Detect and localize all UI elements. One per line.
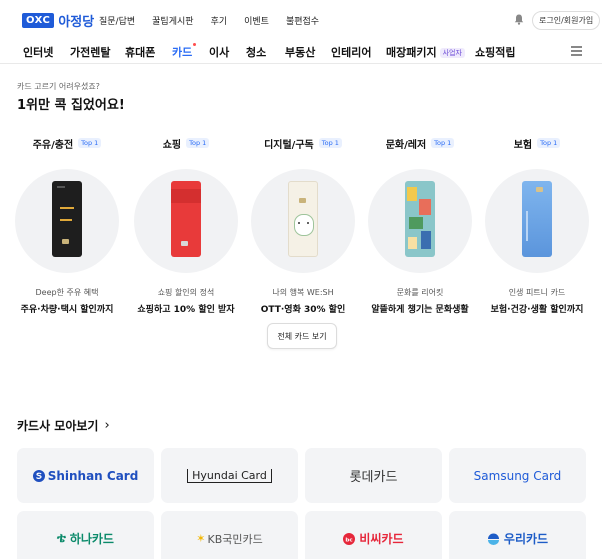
issuer-name: 롯데카드 bbox=[349, 470, 398, 485]
card-category-title: 주유/충전 Top 1 bbox=[8, 136, 126, 151]
card-category-title: 디지털/구독 Top 1 bbox=[244, 136, 362, 151]
issuer-lotte[interactable]: 롯데카드 bbox=[305, 448, 442, 503]
top1-badge: Top 1 bbox=[186, 138, 210, 148]
hana-logo-icon: ቴ bbox=[57, 531, 66, 546]
issuer-woori[interactable]: 우리카드 bbox=[449, 511, 586, 559]
category-interior[interactable]: 인테리어 bbox=[331, 44, 371, 60]
card-item-insurance[interactable]: 보험 Top 1 인생 피트니 카드 보험·건강·생활 할인까지 bbox=[478, 136, 596, 315]
issuer-kb[interactable]: ✶ KB국민카드 bbox=[161, 511, 298, 559]
card-image-circle bbox=[134, 169, 238, 273]
card-category-label: 문화/레저 bbox=[385, 139, 427, 151]
category-real-estate[interactable]: 부동산 bbox=[285, 44, 315, 60]
card-name: 보험·건강·생활 할인까지 bbox=[490, 305, 584, 315]
card-image bbox=[405, 181, 435, 257]
card-image-circle bbox=[368, 169, 472, 273]
top-nav-reviews[interactable]: 후기 bbox=[211, 14, 228, 27]
intro-subtitle: 카드 고르기 어려우셨죠? bbox=[17, 82, 100, 91]
logo-name: 아정당 bbox=[58, 15, 95, 30]
login-button[interactable]: 로그인/회원가입 bbox=[532, 11, 601, 30]
top1-badge: Top 1 bbox=[78, 138, 102, 148]
card-image bbox=[288, 181, 318, 257]
issuer-hyundai[interactable]: Hyundai Card bbox=[161, 448, 298, 503]
issuer-name: 비씨카드 bbox=[359, 532, 404, 546]
top1-badge: Top 1 bbox=[318, 138, 342, 148]
card-name: 알뜰하게 챙기는 문화생활 bbox=[371, 305, 469, 315]
card-name: OTT·영화 30% 할인 bbox=[260, 305, 346, 315]
issuer-name: Shinhan Card bbox=[47, 468, 139, 483]
card-name: 쇼핑하고 10% 할인 받자 bbox=[137, 305, 235, 315]
category-nav: 인터넷 가전렌탈 휴대폰 카드 이사 청소 부동산 인테리어 매장패키지 사업자 … bbox=[0, 38, 602, 64]
card-category-label: 디지털/구독 bbox=[264, 139, 314, 151]
woori-logo-icon bbox=[487, 533, 499, 545]
issuer-name: 하나카드 bbox=[69, 532, 114, 546]
top-bar: OXC 아정당 질문/답변 꿀팁게시판 후기 이벤트 불편접수 로그인/회원가입 bbox=[0, 0, 602, 38]
svg-text:bc: bc bbox=[346, 537, 353, 543]
category-internet[interactable]: 인터넷 bbox=[23, 44, 53, 60]
category-cleaning[interactable]: 청소 bbox=[246, 44, 266, 60]
card-category-label: 주유/충전 bbox=[32, 139, 74, 151]
card-category-title: 문화/레저 Top 1 bbox=[361, 136, 479, 151]
category-store-package[interactable]: 매장패키지 사업자 bbox=[386, 44, 465, 60]
card-item-shopping[interactable]: 쇼핑 Top 1 쇼핑 할인의 정석 쇼핑하고 10% 할인 받자 bbox=[127, 136, 245, 315]
card-category-label: 보험 bbox=[513, 139, 533, 151]
card-category-label: 쇼핑 bbox=[162, 139, 182, 151]
menu-icon[interactable] bbox=[571, 46, 582, 56]
chevron-right-icon: › bbox=[104, 418, 110, 433]
card-image bbox=[171, 181, 201, 257]
shinhan-logo-icon bbox=[32, 469, 45, 482]
category-phone[interactable]: 휴대폰 bbox=[125, 44, 155, 60]
card-image bbox=[52, 181, 82, 257]
issuer-hana[interactable]: ቴ 하나카드 bbox=[17, 511, 154, 559]
top1-badge: Top 1 bbox=[431, 138, 455, 148]
issuer-name: 우리카드 bbox=[503, 532, 549, 546]
top-nav-complaints[interactable]: 불편접수 bbox=[286, 14, 319, 27]
intro-headline: 1위만 콕 집었어요! bbox=[17, 98, 125, 113]
issuer-name: Samsung Card bbox=[473, 468, 562, 483]
top-nav-qna[interactable]: 질문/답변 bbox=[99, 14, 135, 27]
card-category-title: 쇼핑 Top 1 bbox=[127, 136, 245, 151]
issuer-shinhan[interactable]: Shinhan Card bbox=[17, 448, 154, 503]
card-item-digital[interactable]: 디지털/구독 Top 1 나의 행복 WE:SH OTT·영화 30% 할인 bbox=[244, 136, 362, 315]
card-item-fuel[interactable]: 주유/충전 Top 1 Deep한 주유 혜택 주유·차량·택시 할인까지 bbox=[8, 136, 126, 315]
category-shopping-points[interactable]: 쇼핑적립 bbox=[475, 44, 515, 60]
top-nav: 질문/답변 꿀팁게시판 후기 이벤트 불편접수 bbox=[99, 14, 336, 27]
card-category-title: 보험 Top 1 bbox=[478, 136, 596, 151]
issuer-name: Hyundai Card bbox=[187, 468, 272, 483]
business-badge: 사업자 bbox=[439, 48, 465, 58]
top1-badge: Top 1 bbox=[537, 138, 561, 148]
issuers-section-title[interactable]: 카드사 모아보기 › bbox=[17, 417, 110, 434]
issuer-samsung[interactable]: Samsung Card bbox=[449, 448, 586, 503]
logo-mark: OXC bbox=[22, 13, 55, 28]
card-desc: Deep한 주유 혜택 bbox=[35, 288, 99, 297]
issuer-name: KB국민카드 bbox=[207, 532, 263, 546]
bell-icon[interactable] bbox=[514, 14, 524, 25]
card-image-circle bbox=[251, 169, 355, 273]
category-store-package-label: 매장패키지 bbox=[386, 46, 437, 59]
top-nav-tips[interactable]: 꿀팁게시판 bbox=[152, 14, 193, 27]
card-desc: 문화를 리어킷 bbox=[396, 288, 444, 297]
card-item-culture[interactable]: 문화/레저 Top 1 문화를 리어킷 알뜰하게 챙기는 문화생활 bbox=[361, 136, 479, 315]
card-image bbox=[522, 181, 552, 257]
issuers-title-label: 카드사 모아보기 bbox=[17, 419, 99, 433]
kb-logo-icon: ✶ bbox=[196, 532, 206, 545]
category-moving[interactable]: 이사 bbox=[209, 44, 229, 60]
all-cards-button[interactable]: 전체 카드 보기 bbox=[267, 323, 337, 349]
logo[interactable]: OXC 아정당 bbox=[22, 11, 94, 30]
card-image-circle bbox=[485, 169, 589, 273]
issuer-bc[interactable]: bc 비씨카드 bbox=[305, 511, 442, 559]
bc-logo-icon: bc bbox=[343, 532, 356, 545]
category-card[interactable]: 카드 bbox=[172, 44, 192, 60]
new-dot bbox=[193, 43, 196, 46]
card-desc: 인생 피트니 카드 bbox=[508, 288, 566, 297]
top-nav-events[interactable]: 이벤트 bbox=[244, 14, 269, 27]
card-desc: 쇼핑 할인의 정석 bbox=[157, 288, 215, 297]
card-image-circle bbox=[15, 169, 119, 273]
card-name: 주유·차량·택시 할인까지 bbox=[20, 305, 114, 315]
category-appliance-rental[interactable]: 가전렌탈 bbox=[70, 44, 110, 60]
card-desc: 나의 행복 WE:SH bbox=[272, 288, 334, 297]
